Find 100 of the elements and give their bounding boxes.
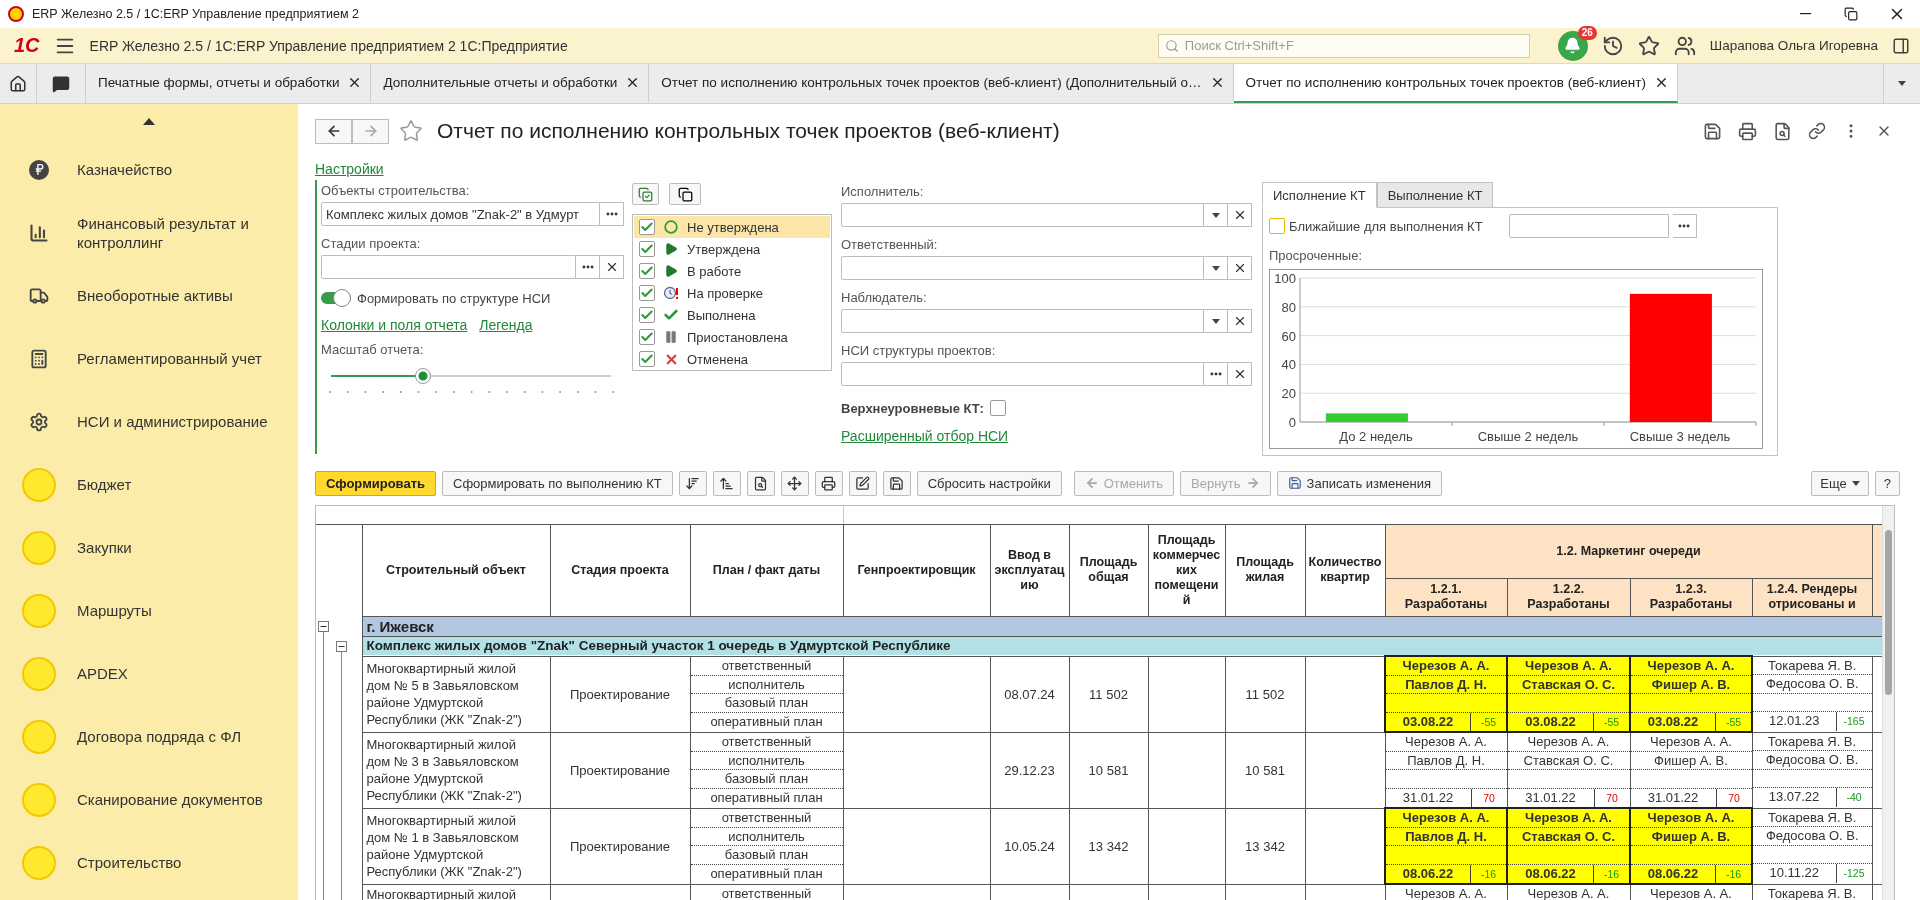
scroll-up-icon[interactable]	[143, 117, 155, 125]
dropdown-button[interactable]	[1204, 309, 1228, 333]
panel-button[interactable]	[1892, 36, 1910, 55]
choose-button[interactable]	[1204, 362, 1228, 386]
input-field[interactable]	[841, 203, 1204, 227]
toolbar-button[interactable]	[780, 470, 809, 496]
search-field[interactable]: Поиск Ctrl+Shift+F	[1157, 33, 1530, 58]
checkbox[interactable]	[639, 285, 655, 301]
favorites-button[interactable]	[1637, 34, 1660, 57]
history-button[interactable]	[1601, 34, 1624, 57]
reset-settings-button[interactable]: Сбросить настройки	[916, 470, 1062, 496]
generate-button[interactable]: Сформировать	[315, 470, 437, 496]
save-changes-button[interactable]: Записать изменения	[1276, 470, 1443, 496]
link[interactable]: Легенда	[479, 317, 533, 333]
input-field[interactable]: Комплекс жилых домов "Znak-2" в Удмурт	[321, 202, 600, 226]
status-list-item[interactable]: В работе	[634, 260, 830, 282]
table-cell: Фишер А. В.	[1631, 827, 1751, 846]
clear-button[interactable]	[1228, 256, 1252, 280]
play-icon	[664, 264, 678, 278]
save-icon[interactable]	[1703, 121, 1722, 141]
chat-icon	[52, 74, 70, 93]
checkbox[interactable]	[639, 263, 655, 279]
checkbox[interactable]	[1269, 218, 1285, 234]
link[interactable]: Колонки и поля отчета	[321, 317, 468, 333]
input-field[interactable]	[841, 362, 1204, 386]
dropdown-icon	[1211, 212, 1220, 218]
status-list-item[interactable]: Утверждена	[634, 238, 830, 260]
sidebar-item[interactable]: Казначейство	[0, 138, 298, 201]
toolbar-button[interactable]	[712, 470, 741, 496]
restore-icon	[1844, 7, 1858, 21]
toggle-switch[interactable]	[321, 289, 351, 307]
checkbox[interactable]	[639, 241, 655, 257]
input-field[interactable]	[841, 309, 1204, 333]
axis-tick-label: 40	[1281, 357, 1296, 373]
more-button[interactable]: Еще	[1811, 470, 1869, 496]
toolbar-button[interactable]	[814, 470, 843, 496]
link[interactable]: Расширенный отбор НСИ	[841, 428, 1009, 444]
settings-link[interactable]: Настройки	[315, 161, 384, 177]
users-button[interactable]	[1673, 34, 1696, 57]
input-field[interactable]	[1508, 214, 1669, 238]
tab[interactable]: Отчет по исполнению контрольных точек проектов (веб-клиент)	[1233, 64, 1678, 103]
collapse-icon[interactable]	[336, 640, 347, 652]
clear-button[interactable]	[1228, 203, 1252, 227]
sidebar-item[interactable]: APDEX	[0, 642, 298, 705]
clear-button[interactable]	[1228, 309, 1252, 333]
link-icon[interactable]	[1808, 122, 1826, 140]
sidebar-item[interactable]: Строительство	[0, 831, 298, 894]
input-field[interactable]	[321, 255, 576, 279]
checkbox[interactable]	[639, 307, 655, 323]
sidebar-item[interactable]: Регламентированный учет	[0, 327, 298, 390]
sidebar-item[interactable]: Договора подряда с ФЛ	[0, 705, 298, 768]
toolbar-button[interactable]	[848, 470, 877, 496]
status-list-item[interactable]: Приостановлена	[634, 326, 830, 348]
checkbox[interactable]	[639, 351, 655, 367]
circle-icon	[22, 467, 56, 502]
status-list-item[interactable]: На проверке	[634, 282, 830, 304]
sidebar-item[interactable]: НСИ и администрирование	[0, 390, 298, 453]
status-list-item[interactable]: Не утверждена	[634, 216, 830, 238]
uncheck-all-button[interactable]	[669, 183, 701, 205]
dropdown-icon	[1211, 265, 1220, 271]
clear-button[interactable]	[1228, 362, 1252, 386]
sidebar-item[interactable]: Закупки	[0, 516, 298, 579]
sidebar-item[interactable]: Сканирование документов	[0, 768, 298, 831]
slider[interactable]	[331, 367, 611, 385]
checkbox[interactable]	[989, 400, 1006, 416]
status-list-item[interactable]: Отменена	[634, 348, 830, 370]
star-icon[interactable]	[399, 119, 423, 143]
back-button[interactable]	[315, 118, 352, 144]
table-cell: Федосова О. В.	[1753, 827, 1872, 846]
sidebar-item[interactable]: Внеоборотные активы	[0, 264, 298, 327]
choose-button[interactable]	[576, 255, 600, 279]
clear-button[interactable]	[600, 255, 624, 279]
printer-icon[interactable]	[1738, 121, 1757, 141]
collapse-icon[interactable]	[318, 620, 329, 632]
generate-by-completion-button[interactable]: Сформировать по выполнению КТ	[442, 470, 673, 496]
dropdown-button[interactable]	[1204, 256, 1228, 280]
toolbar-button[interactable]	[746, 470, 775, 496]
sidebar-item[interactable]: Маршруты	[0, 579, 298, 642]
document-search-icon[interactable]	[1773, 121, 1792, 141]
ruble-coin-icon	[29, 159, 49, 180]
help-button[interactable]: ?	[1874, 470, 1900, 496]
table-cell: исполнитель	[690, 675, 843, 694]
toolbar-button[interactable]	[882, 470, 911, 496]
scrollbar[interactable]	[1882, 506, 1894, 900]
dropdown-button[interactable]	[1204, 203, 1228, 227]
tab[interactable]: Исполнение КТ	[1262, 182, 1377, 208]
status-list-item[interactable]: Выполнена	[634, 304, 830, 326]
checkbox[interactable]	[639, 329, 655, 345]
sidebar-item[interactable]: Бюджет	[0, 453, 298, 516]
column-header: 1.2.4. Рендеры отрисованы и	[1752, 578, 1872, 616]
sidebar-item[interactable]: Финансовый результат и контроллинг	[0, 201, 298, 264]
toolbar-button[interactable]	[678, 470, 707, 496]
choose-button[interactable]	[600, 202, 624, 226]
table-cell: Федосова О. В.	[1753, 675, 1872, 694]
tab[interactable]: Выполнение КТ	[1376, 182, 1494, 208]
clock-alert-icon	[663, 285, 679, 301]
check-all-button[interactable]	[632, 183, 659, 205]
input-field[interactable]	[841, 256, 1204, 280]
slider-thumb[interactable]	[415, 368, 432, 384]
checkbox[interactable]	[639, 219, 655, 235]
